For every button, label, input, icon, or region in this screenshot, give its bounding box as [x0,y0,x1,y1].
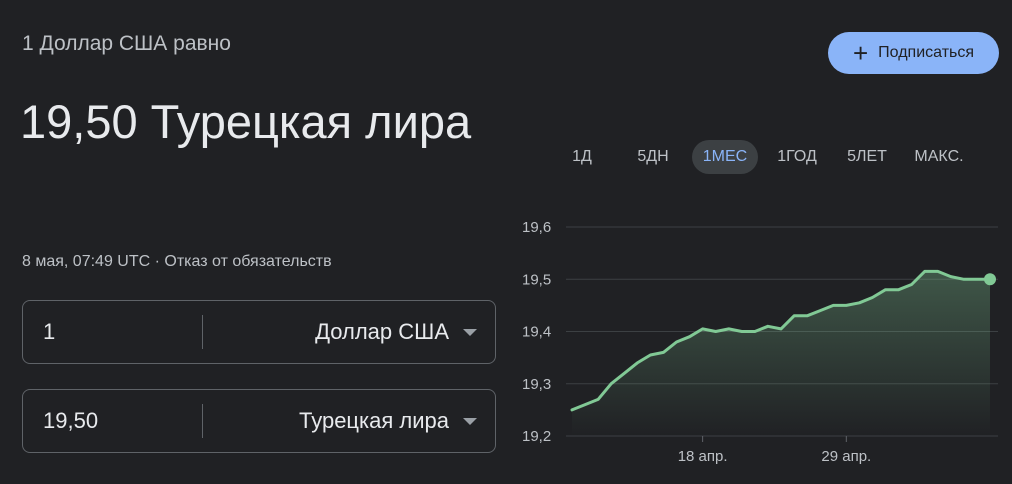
y-tick-label: 19,4 [522,324,551,341]
x-tick-label: 18 апр. [678,448,728,465]
rate-chart[interactable]: 19,6 19,5 19,4 19,3 19,2 18 апр. 29 апр. [0,0,1012,484]
y-tick-label: 19,2 [522,428,551,445]
current-point [984,273,996,286]
chart-area [572,271,990,436]
x-tick-label: 29 апр. [821,448,871,465]
y-tick-label: 19,5 [522,271,551,288]
y-tick-label: 19,3 [522,376,551,393]
y-tick-label: 19,6 [522,219,551,236]
